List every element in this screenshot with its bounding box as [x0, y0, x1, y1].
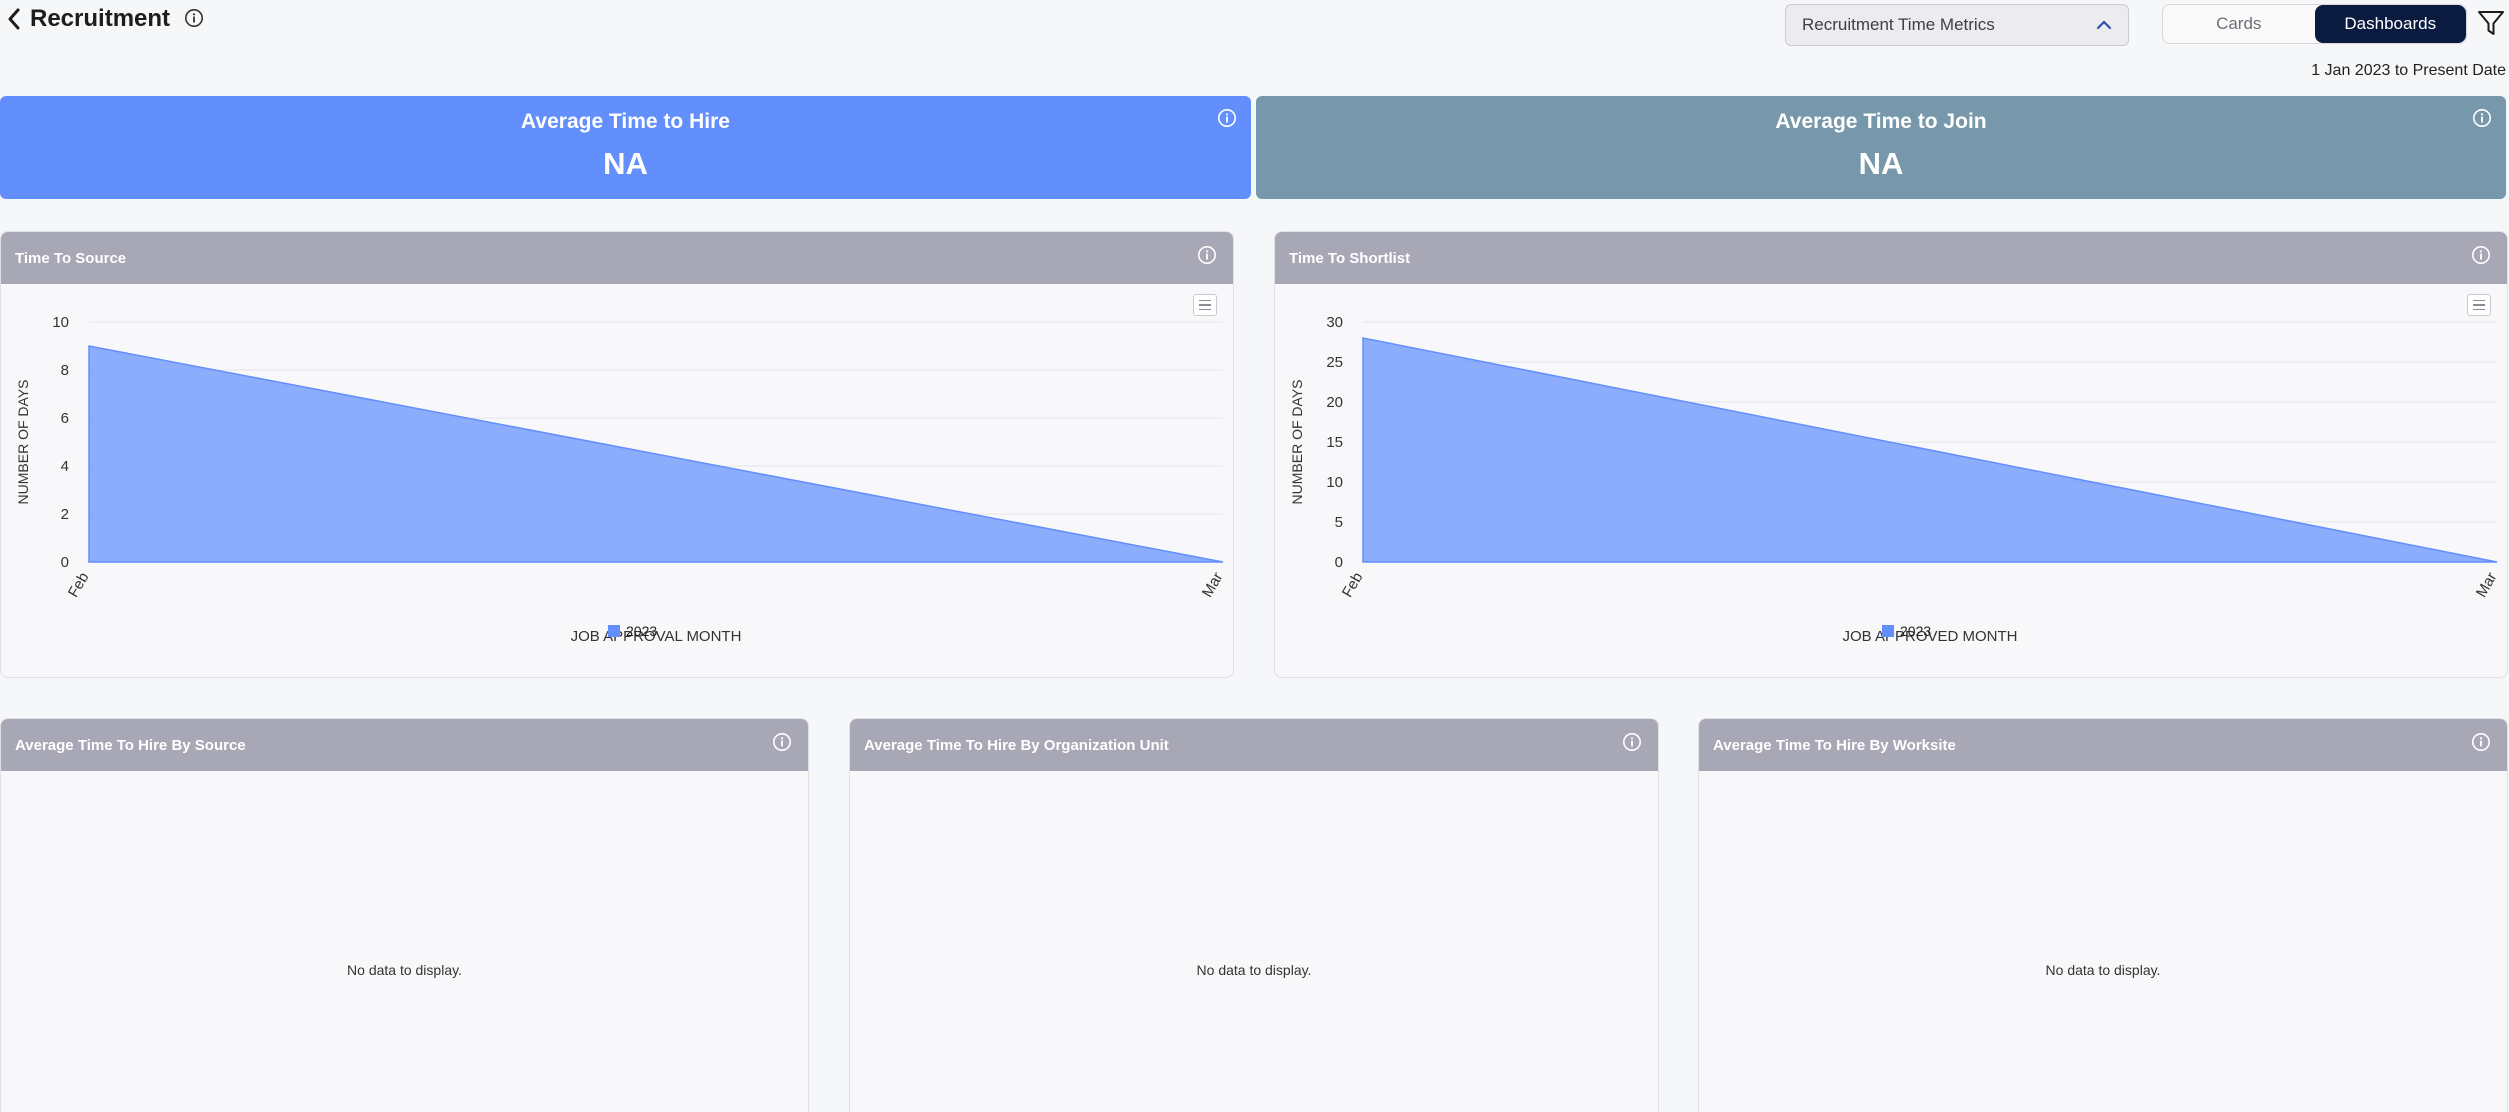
cards-toggle-button[interactable]: Cards	[2163, 5, 2315, 43]
no-data-message: No data to display.	[2045, 962, 2161, 978]
y-tick-label: 2	[61, 506, 69, 523]
info-icon[interactable]	[2471, 732, 2491, 752]
y-axis-title: NUMBER OF DAYS	[1289, 380, 1305, 505]
chevron-left-icon	[8, 8, 20, 30]
y-tick-label: 4	[61, 458, 69, 475]
legend-label: 2023	[1900, 623, 1931, 639]
y-tick-label: 6	[61, 410, 69, 427]
y-tick-label: 0	[61, 554, 69, 571]
dashboards-toggle-button[interactable]: Dashboards	[2314, 5, 2466, 43]
x-tick-label: Mar	[2473, 570, 2501, 601]
panel-header: Time To Source	[1, 232, 1233, 284]
filter-button[interactable]	[2476, 8, 2506, 38]
metric-select-value: Recruitment Time Metrics	[1802, 15, 1995, 34]
y-tick-label: 15	[1326, 434, 1343, 451]
kpi-average-time-to-hire: Average Time to Hire NA	[0, 96, 1251, 199]
kpi-value: NA	[1858, 146, 1904, 181]
panel-time-to-shortlist: Time To Shortlist 0 5 10 15 20 25 30 Feb Mar JOB …	[1274, 231, 2508, 678]
legend-swatch	[608, 625, 620, 637]
info-icon[interactable]	[1622, 732, 1642, 752]
y-tick-label: 10	[1326, 474, 1343, 491]
panel-header: Average Time To Hire By Source	[1, 719, 808, 771]
legend-label: 2023	[626, 623, 657, 639]
y-tick-label: 30	[1326, 314, 1343, 331]
area-series	[1362, 337, 2498, 563]
kpi-title: Average Time to Join	[1775, 110, 1987, 133]
y-tick-label: 25	[1326, 354, 1343, 371]
chevron-up-icon	[2096, 19, 2112, 31]
y-axis-title: NUMBER OF DAYS	[15, 380, 31, 505]
panel-header: Time To Shortlist	[1275, 232, 2507, 284]
info-icon[interactable]	[772, 732, 792, 752]
no-data-message: No data to display.	[1196, 962, 1312, 978]
panel-title: Average Time To Hire By Source	[15, 736, 246, 754]
kpi-value: NA	[603, 146, 648, 181]
y-tick-label: 10	[52, 314, 69, 331]
panel-average-time-to-hire-by-organization-unit: Average Time To Hire By Organization Uni…	[849, 718, 1659, 1112]
page-header: Recruitment Recruitment Time Metrics Car…	[0, 0, 2509, 50]
legend-swatch	[1882, 625, 1894, 637]
panel-header: Average Time To Hire By Organization Uni…	[850, 719, 1658, 771]
info-icon[interactable]	[184, 8, 204, 28]
kpi-average-time-to-join: Average Time to Join NA	[1256, 96, 2506, 199]
panel-title: Time To Shortlist	[1289, 249, 1411, 267]
info-icon[interactable]	[1197, 245, 1217, 265]
x-tick-label: Feb	[65, 570, 93, 601]
panel-time-to-source: Time To Source 0 2 4 6 8 10 Feb Mar JOB APPROVAL…	[0, 231, 1234, 678]
info-icon[interactable]	[2471, 245, 2491, 265]
info-icon[interactable]	[2472, 108, 2492, 128]
back-button[interactable]	[2, 4, 26, 34]
panel-title: Time To Source	[15, 249, 127, 267]
x-tick-label: Mar	[1199, 570, 1227, 601]
time-to-shortlist-chart: 051015202530Feb MarJOB APPROVED MONTHNUMB…	[1289, 314, 2501, 645]
panel-title: Average Time To Hire By Organization Uni…	[864, 736, 1169, 754]
info-icon[interactable]	[1217, 108, 1237, 128]
y-tick-label: 20	[1326, 394, 1343, 411]
page-title: Recruitment	[30, 5, 171, 32]
view-toggle: Cards Dashboards	[2162, 4, 2467, 44]
metric-select[interactable]: Recruitment Time Metrics	[1785, 4, 2129, 46]
y-tick-label: 8	[61, 362, 69, 379]
date-range-label: 1 Jan 2023 to Present Date	[2311, 62, 2506, 79]
panel-header: Average Time To Hire By Worksite	[1699, 719, 2507, 771]
filter-icon	[2478, 11, 2504, 35]
panel-average-time-to-hire-by-worksite: Average Time To Hire By Worksite No data…	[1698, 718, 2508, 1112]
panel-title: Average Time To Hire By Worksite	[1713, 736, 1956, 754]
time-to-source-chart: 0246810Feb MarJOB APPROVAL MONTHNUMBER OF…	[15, 314, 1227, 645]
panel-average-time-to-hire-by-source: Average Time To Hire By Source No data t…	[0, 718, 809, 1112]
no-data-message: No data to display.	[347, 962, 462, 978]
y-tick-label: 0	[1335, 554, 1343, 571]
y-tick-label: 5	[1335, 514, 1343, 531]
area-series	[88, 345, 1224, 563]
x-tick-label: Feb	[1339, 570, 1367, 601]
kpi-title: Average Time to Hire	[521, 110, 730, 133]
